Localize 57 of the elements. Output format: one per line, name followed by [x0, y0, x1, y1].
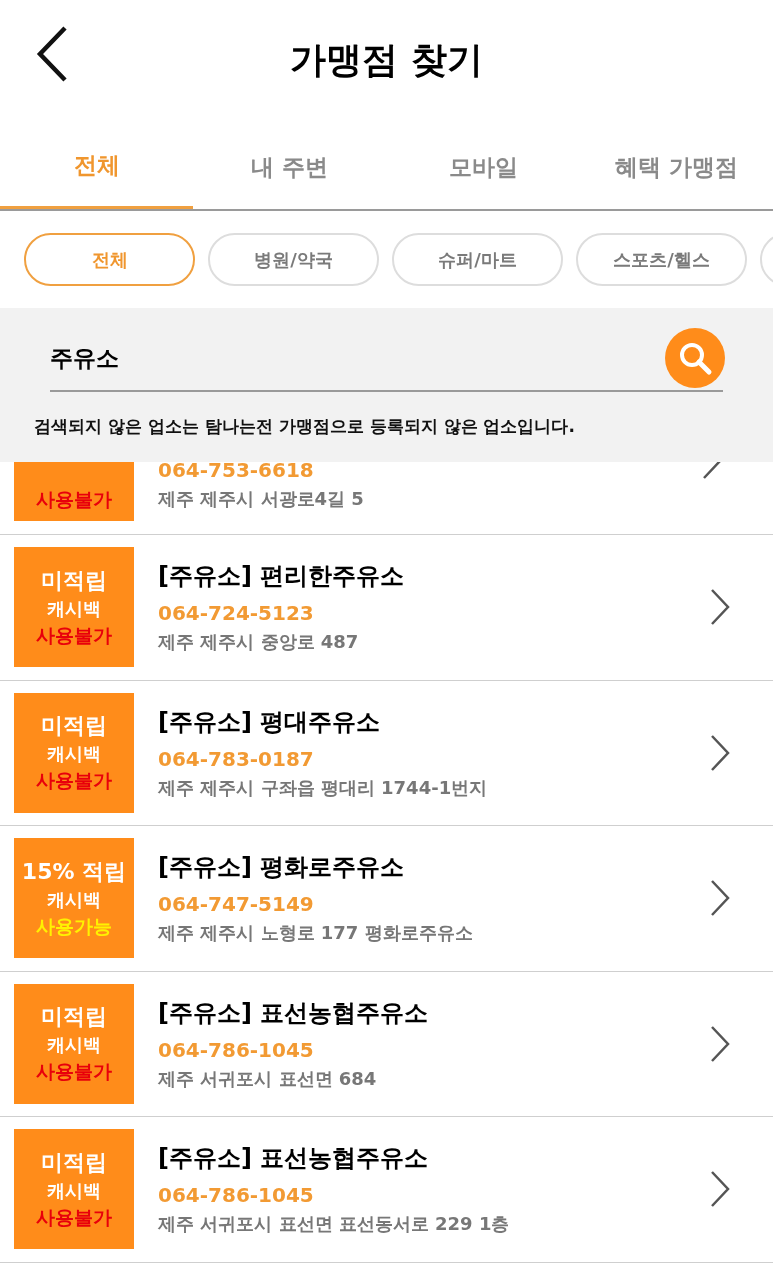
store-name: [주유소] 평화로주유소: [158, 852, 406, 883]
store-phone: 064-747-5149: [158, 892, 315, 917]
chevron-right-icon: [709, 879, 731, 918]
search-field[interactable]: 주유소: [50, 340, 665, 376]
chevron-right-icon: [709, 733, 731, 772]
notice-text: 검색되지 않은 업소는 탐나는전 가맹점으로 등록되지 않은 업소입니다.: [34, 415, 576, 438]
chevron-right-icon: [701, 462, 723, 480]
store-row[interactable]: 미적립 캐시백 사용불가 [주유소] 표선농협주유소 064-786-1045 제주 서귀포시 표선면 표선동서로 229 1층: [0, 1117, 773, 1263]
store-address: 제주 제주시 노형로 177 평화로주유소: [158, 922, 474, 945]
reward-rate: 미적립: [41, 1151, 107, 1174]
reward-rate: 미적립: [41, 1006, 107, 1029]
reward-rate: 미적립: [41, 715, 107, 738]
category-chip[interactable]: 전체: [24, 233, 195, 286]
store-phone: 064-753-6618: [158, 458, 315, 482]
search-button[interactable]: [665, 328, 725, 388]
store-name: [주유소] 표선농협주유소: [158, 1143, 430, 1174]
chevron-right-icon: [709, 1024, 731, 1063]
cashback-status: 사용불가: [36, 625, 112, 645]
search-icon: [677, 340, 713, 376]
store-row[interactable]: 미적립 캐시백 사용불가 [주유소] 편리한주유소 064-724-5123 제주 제주시 중앙로 487: [0, 535, 773, 681]
store-address: 제주 제주시 중앙로 487: [158, 631, 360, 654]
store-address: 제주 서귀포시 표선면 684: [158, 1067, 378, 1090]
tab[interactable]: 모바일: [386, 125, 580, 209]
store-address: 제주 제주시 서광로4길 5: [158, 488, 365, 510]
store-phone: 064-786-1045: [158, 1183, 315, 1208]
store-row[interactable]: 미적립 캐시백 사용불가 [주유소] 표선농협주유소 064-786-1045 제주 서귀포시 표선면 684: [0, 971, 773, 1117]
chevron-right-icon: [709, 1170, 731, 1209]
cashback-label: 캐시백: [47, 890, 101, 909]
tab[interactable]: 전체: [0, 125, 194, 209]
store-phone: 064-724-5123: [158, 601, 315, 626]
store-address: 제주 서귀포시 표선면 표선동서로 229 1층: [158, 1213, 511, 1236]
store-phone: 064-786-1045: [158, 1037, 315, 1062]
chevron-right-icon: [709, 588, 731, 627]
store-name: [주유소] 편리한주유소: [158, 561, 406, 592]
store-name: [주유소] 표선농협주유소: [158, 997, 430, 1028]
tab[interactable]: 내 주변: [193, 125, 387, 209]
reward-rate: 15% 적립: [21, 860, 127, 883]
page-title: 가맹점 찾기: [290, 37, 483, 82]
cashback-status: 사용불가: [36, 490, 112, 509]
cashback-label: 캐시백: [47, 745, 101, 764]
cashback-status: 사용불가: [36, 1062, 112, 1082]
reward-rate: 미적립: [41, 569, 107, 592]
cashback-label: 캐시백: [47, 1181, 101, 1200]
store-address: 제주 제주시 구좌읍 평대리 1744-1번지: [158, 776, 489, 799]
store-phone: 064-783-0187: [158, 746, 315, 771]
cashback-status: 사용가능: [36, 916, 112, 936]
cashback-label: 캐시백: [47, 599, 101, 618]
store-row[interactable]: 미적립 캐시백 사용불가 [주유소] 평대주유소 064-783-0187 제주 제주시 구좌읍 평대리 1744-1번지: [0, 680, 773, 826]
category-chip[interactable]: 슈퍼/마트: [392, 233, 563, 286]
store-row[interactable]: 15% 적립 캐시백 사용가능 [주유소] 평화로주유소 064-747-5149 제주 제주시 노형로 177 평화로주유소: [0, 826, 773, 972]
category-chip[interactable]: 병원/약국: [208, 233, 379, 286]
category-chip[interactable]: 스포츠/헬스: [576, 233, 747, 286]
tab[interactable]: 혜택 가맹점: [579, 125, 773, 209]
cashback-status: 사용불가: [36, 771, 112, 791]
store-name: [주유소] 평대주유소: [158, 706, 382, 737]
cashback-status: 사용불가: [36, 1207, 112, 1227]
cashback-label: 캐시백: [47, 1036, 101, 1055]
